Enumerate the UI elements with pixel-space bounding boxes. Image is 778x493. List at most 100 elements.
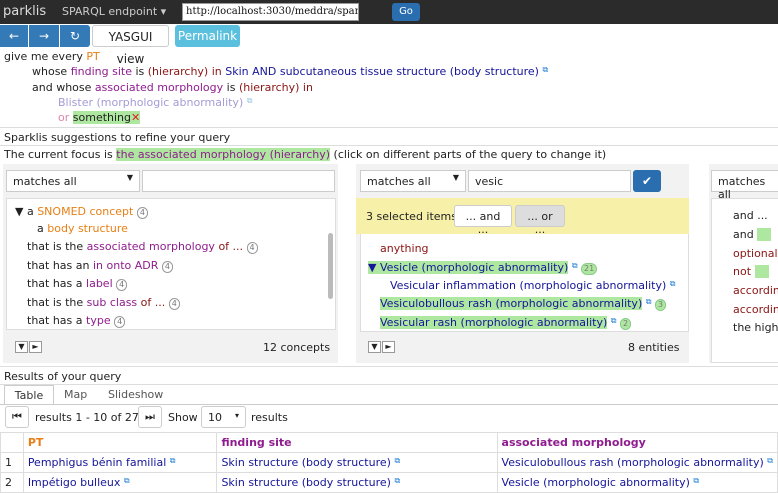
expand-icon[interactable]: ► [382, 341, 395, 353]
list-item[interactable]: optionall [733, 247, 778, 260]
query-text: is [135, 65, 145, 78]
column-pt[interactable]: PT [22, 432, 218, 453]
list-item-anything[interactable]: anything [380, 242, 429, 255]
and-button[interactable]: ... and ... [454, 205, 512, 236]
concept-match-select[interactable]: matches all ▼ [6, 170, 140, 192]
next-page-icon[interactable]: ⏭ [138, 406, 162, 428]
external-link-icon[interactable]: ⧉ [394, 476, 400, 485]
results-label: results [251, 411, 288, 424]
collapse-icon[interactable]: ▼ [368, 341, 381, 353]
list-item[interactable]: ▼ a SNOMED concept 4 [15, 205, 148, 219]
brand-logo[interactable]: parklis [3, 4, 46, 19]
query-hierarchy[interactable]: (hierarchy) [148, 65, 208, 78]
external-link-icon[interactable]: ⧉ [767, 456, 773, 465]
list-item[interactable]: that has a label 4 [27, 277, 128, 291]
count-badge: 4 [136, 207, 148, 219]
table-cell[interactable]: Pemphigus bénin familial ⧉ [22, 452, 218, 473]
first-page-icon[interactable]: ⏮ [5, 406, 29, 428]
external-link-icon[interactable]: ⧉ [247, 96, 253, 105]
go-button[interactable]: Go [392, 3, 420, 21]
yasgui-view-button[interactable]: YASGUI view [92, 25, 169, 66]
table-cell[interactable]: Impétigo bulleux ⧉ [22, 472, 218, 493]
list-item[interactable]: Vesiculobullous rash (morphologic abnorm… [380, 297, 667, 311]
query-hierarchy[interactable]: (hierarchy) [239, 81, 299, 94]
page-size-select[interactable]: 10 ▾ [201, 406, 246, 428]
query-entity-skin[interactable]: Skin AND subcutaneous tissue structure (… [225, 65, 539, 78]
query-text: give me every [4, 50, 83, 63]
focus-hint: (click on different parts of the query t… [333, 148, 607, 161]
query-prop-associated-morphology[interactable]: associated morphology [95, 81, 223, 94]
external-link-icon[interactable]: ⧉ [394, 456, 400, 465]
count-badge: 3 [654, 299, 667, 311]
external-link-icon[interactable]: ⧉ [124, 476, 130, 485]
results-table: PT finding site associated morphology 1 … [0, 432, 778, 493]
results-range: results 1 - 10 of 27 [35, 411, 139, 424]
focus-value[interactable]: the associated morphology (hierarchy) [116, 148, 331, 161]
list-item[interactable]: Vesicular inflammation (morphologic abno… [390, 279, 675, 292]
entity-search-input[interactable]: vesic [468, 170, 631, 192]
query-focus-something[interactable]: something [72, 111, 132, 124]
scrollbar[interactable] [328, 233, 333, 299]
or-button[interactable]: ... or ... [515, 205, 565, 236]
table-cell[interactable]: Vesicle (morphologic abnormality) ⧉ [496, 472, 778, 493]
table-cell[interactable]: Skin structure (body structure) ⧉ [216, 472, 498, 493]
query-line-1: give me every PT [4, 50, 100, 63]
list-item[interactable]: Vesicular rash (morphologic abnormality)… [380, 316, 632, 330]
delete-icon[interactable]: ✕ [131, 111, 141, 124]
tab-map[interactable]: Map [64, 385, 87, 405]
list-item[interactable]: ▼ Vesicle (morphologic abnormality) ⧉ 21 [368, 261, 598, 275]
list-item[interactable]: accordin [733, 303, 778, 316]
list-item[interactable]: not [733, 265, 769, 278]
caret-down-icon: ▼ [126, 173, 133, 182]
list-item[interactable]: and [733, 228, 772, 241]
query-class-pt[interactable]: PT [86, 50, 99, 63]
table-cell[interactable]: Skin structure (body structure) ⧉ [216, 452, 498, 473]
external-link-icon[interactable]: ⧉ [611, 316, 617, 325]
external-link-icon[interactable]: ⧉ [170, 456, 176, 465]
back-icon: ← [8, 29, 20, 43]
table-cell[interactable]: Vesiculobullous rash (morphologic abnorm… [496, 452, 778, 473]
count-badge: 21 [581, 263, 598, 275]
endpoint-dropdown[interactable]: SPARQL endpoint ▾ [62, 5, 166, 18]
entity-match-select[interactable]: matches all ▼ [360, 170, 466, 192]
back-icon-button[interactable]: ← [0, 25, 28, 47]
check-icon-button[interactable]: ✔ [633, 170, 661, 192]
collapse-icon[interactable]: ▼ [15, 341, 28, 353]
concept-search-input[interactable] [142, 170, 335, 192]
list-item[interactable]: a body structure [37, 222, 128, 235]
select-value: matches all [13, 175, 77, 188]
query-text: and whose [32, 81, 92, 94]
endpoint-url-input[interactable]: http://localhost:3030/meddra/sparql [182, 3, 359, 21]
entity-list: anything ▼ Vesicle (morphologic abnormal… [360, 234, 689, 332]
list-item[interactable]: that is the sub class of ... 4 [27, 296, 180, 310]
tab-table[interactable]: Table [4, 385, 54, 405]
list-item[interactable]: the highe [733, 321, 778, 334]
forward-icon-button[interactable]: → [29, 25, 59, 47]
entity-count: 8 entities [628, 341, 680, 354]
caret-down-icon: ▼ [452, 173, 459, 182]
external-link-icon[interactable]: ⧉ [572, 261, 578, 270]
list-item[interactable]: accordin [733, 284, 778, 297]
divider [0, 366, 778, 367]
list-item[interactable]: and ... [733, 209, 768, 222]
column-associated-morphology[interactable]: associated morphology [496, 432, 778, 453]
external-link-icon[interactable]: ⧉ [646, 297, 652, 306]
external-link-icon[interactable]: ⧉ [542, 65, 548, 74]
query-text: in [302, 81, 313, 94]
refresh-icon-button[interactable]: ↻ [60, 25, 90, 47]
query-prop-finding-site[interactable]: finding site [71, 65, 132, 78]
query-line-4: Blister (morphologic abnormality) ⧉ [58, 96, 252, 109]
table-header-row: PT finding site associated morphology [0, 432, 778, 453]
column-finding-site[interactable]: finding site [216, 432, 498, 453]
expand-icon[interactable]: ► [29, 341, 42, 353]
count-badge: 4 [161, 261, 173, 273]
external-link-icon[interactable]: ⧉ [670, 279, 676, 288]
query-entity-blister[interactable]: Blister (morphologic abnormality) [58, 96, 243, 109]
external-link-icon[interactable]: ⧉ [693, 476, 699, 485]
permalink-button[interactable]: Permalink [175, 25, 240, 47]
list-item[interactable]: that has an in onto ADR 4 [27, 259, 173, 273]
modifier-match-select[interactable]: matches all [711, 170, 778, 201]
list-item[interactable]: that has a type 4 [27, 314, 126, 328]
tab-slideshow[interactable]: Slideshow [108, 385, 163, 405]
list-item[interactable]: that is the associated morphology of ...… [27, 240, 258, 254]
